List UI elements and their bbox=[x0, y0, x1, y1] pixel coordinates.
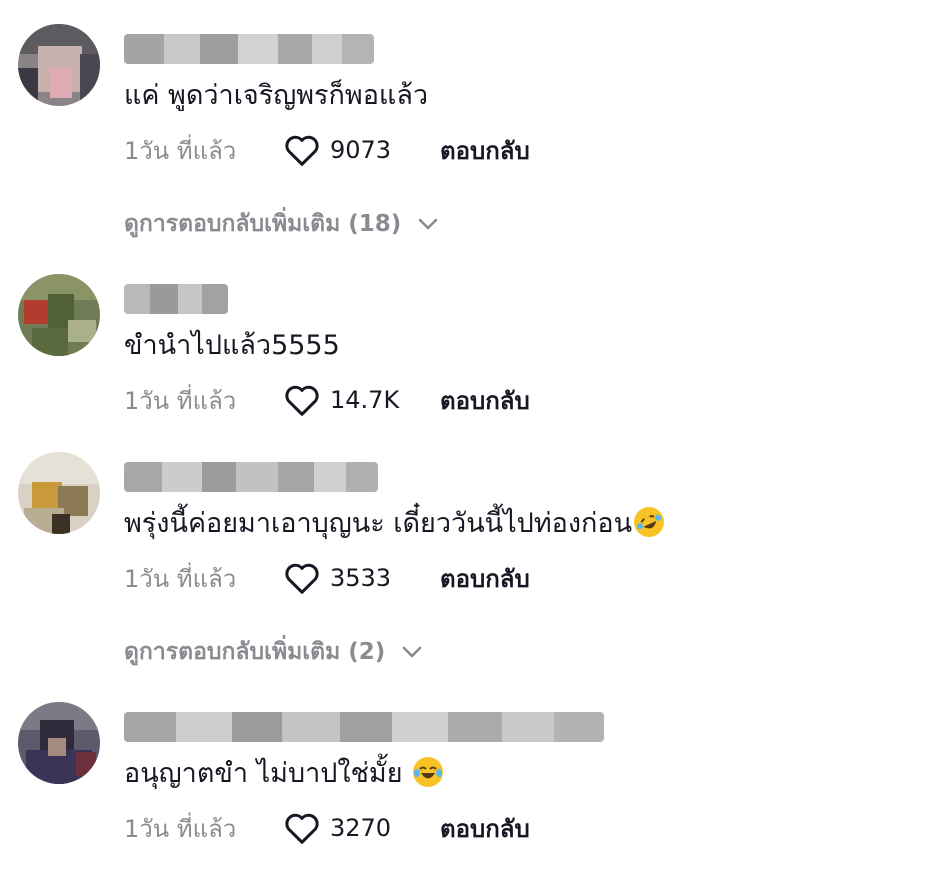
reply-button[interactable]: ตอบกลับ bbox=[440, 809, 530, 848]
comment-text: พรุ่งนี้ค่อยมาเอาบุญนะ เดี๋ยววันนี้ไปท่อ… bbox=[124, 502, 669, 542]
username[interactable] bbox=[124, 712, 604, 742]
like-count: 9073 bbox=[330, 136, 392, 164]
chevron-down-icon bbox=[402, 646, 422, 658]
comment-text: อนุญาตขำ ไม่บาปใช่มั้ย bbox=[124, 756, 444, 792]
like-button[interactable]: 3270 bbox=[284, 811, 434, 845]
comment-time: 1วัน ที่แล้ว bbox=[124, 136, 237, 165]
chevron-down-icon bbox=[418, 218, 438, 230]
view-more-replies[interactable]: ดูการตอบกลับเพิ่มเติม (2) bbox=[124, 634, 423, 670]
rolling-on-floor-laughing-emoji bbox=[629, 502, 669, 542]
username[interactable] bbox=[124, 34, 374, 64]
username[interactable] bbox=[124, 284, 228, 314]
reply-button[interactable]: ตอบกลับ bbox=[440, 559, 530, 598]
like-button[interactable]: 9073 bbox=[284, 133, 434, 167]
comment-text: ขำนำไปแล้ว5555 bbox=[124, 330, 340, 361]
like-button[interactable]: 14.7K bbox=[284, 383, 434, 417]
avatar[interactable] bbox=[18, 452, 100, 534]
like-count: 3270 bbox=[330, 814, 392, 842]
comment-meta: 1วัน ที่แล้ว 3533 ตอบกลับ bbox=[124, 560, 530, 596]
comment-text: แค่ พูดว่าเจริญพรก็พอแล้ว bbox=[124, 80, 429, 111]
comment-meta: 1วัน ที่แล้ว 9073 ตอบกลับ bbox=[124, 132, 530, 168]
heart-icon bbox=[285, 385, 319, 416]
comment-meta: 1วัน ที่แล้ว 3270 ตอบกลับ bbox=[124, 810, 530, 846]
like-count: 14.7K bbox=[330, 386, 400, 414]
view-more-replies-label: ดูการตอบกลับเพิ่มเติม (18) bbox=[124, 211, 402, 237]
tears-of-joy-emoji bbox=[413, 757, 444, 787]
avatar[interactable] bbox=[18, 274, 100, 356]
username[interactable] bbox=[124, 462, 378, 492]
heart-icon bbox=[285, 813, 319, 844]
view-more-replies-label: ดูการตอบกลับเพิ่มเติม (2) bbox=[124, 639, 386, 665]
comment-time: 1วัน ที่แล้ว bbox=[124, 386, 237, 415]
reply-button[interactable]: ตอบกลับ bbox=[440, 131, 530, 170]
like-count: 3533 bbox=[330, 564, 392, 592]
like-button[interactable]: 3533 bbox=[284, 561, 434, 595]
comment-text-body: พรุ่งนี้ค่อยมาเอาบุญนะ เดี๋ยววันนี้ไปท่อ… bbox=[124, 508, 633, 539]
comment-time: 1วัน ที่แล้ว bbox=[124, 814, 237, 843]
view-more-replies[interactable]: ดูการตอบกลับเพิ่มเติม (18) bbox=[124, 206, 439, 242]
comment-text-body: อนุญาตขำ ไม่บาปใช่มั้ย bbox=[124, 758, 403, 789]
comment-time: 1วัน ที่แล้ว bbox=[124, 564, 237, 593]
heart-icon bbox=[285, 135, 319, 166]
heart-icon bbox=[285, 563, 319, 594]
avatar[interactable] bbox=[18, 702, 100, 784]
comment-meta: 1วัน ที่แล้ว 14.7K ตอบกลับ bbox=[124, 382, 530, 418]
reply-button[interactable]: ตอบกลับ bbox=[440, 381, 530, 420]
avatar[interactable] bbox=[18, 24, 100, 106]
